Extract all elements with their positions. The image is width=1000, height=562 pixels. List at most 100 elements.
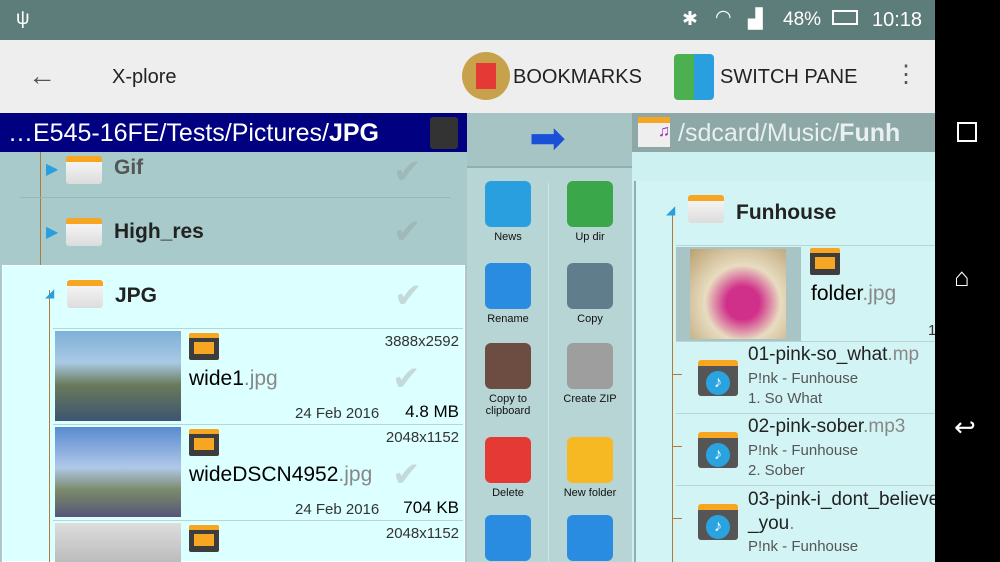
right-pane: ♫ /sdcard/Music/Funh ◢ Funhouse folder.j… [632,113,935,562]
file-ext: .mp3 [863,416,906,437]
file-name: wideDSCN4952 [189,463,339,486]
thumbnail [55,523,181,562]
bookmark-icon[interactable] [462,52,510,100]
folder-name: Gif [114,156,144,179]
expand-arrow-icon[interactable]: ▶ [46,159,58,179]
file-size: 704 KB [403,498,459,517]
right-path-bar[interactable]: ♫ /sdcard/Music/Funh [632,113,935,152]
tool-button[interactable] [550,515,630,562]
tool-icon [567,437,613,483]
file-row[interactable]: 3888x2592 wide1.jpg ✔ 24 Feb 2016 4.8 MB [53,328,463,423]
check-icon[interactable]: ✔ [394,276,423,316]
tool-label: Create ZIP [563,393,617,405]
expand-arrow-icon[interactable]: ▶ [46,222,58,242]
tool-button[interactable]: Rename [468,263,548,325]
image-file-icon [189,525,219,552]
tool-icon [485,437,531,483]
sd-card-icon [430,117,458,149]
tool-label: News [494,231,522,243]
copy-direction-arrow[interactable]: ➡ [467,113,632,168]
path-current: JPG [328,119,379,147]
tool-label: Copy to clipboard [485,393,531,417]
back-icon[interactable]: ↩ [954,412,976,443]
file-date: 24 Feb 2016 [295,501,380,518]
folder-icon [66,156,102,184]
tool-button[interactable]: Copy [550,263,630,325]
file-ext: .mp [887,344,920,365]
more-options-icon[interactable]: ⋮ [894,60,918,89]
collapse-arrow-icon[interactable]: ◢ [666,203,675,217]
album-art [676,247,801,341]
selected-folder-content: ◢ JPG ✔ 3888x2592 wide1.jpg ✔ 24 Feb 201… [2,265,465,562]
file-name: 02-pink-sober [748,416,864,437]
path-prefix: /sdcard/Music/ [678,119,840,147]
folder-icon [67,280,103,308]
file-name: 03-pink-i_dont_believe_you [748,489,935,534]
check-icon[interactable]: ✔ [393,212,422,252]
tool-button[interactable] [468,515,548,562]
battery-level: 48% [783,9,822,30]
back-arrow-icon[interactable]: ← [28,60,56,92]
home-icon[interactable]: ⌂ [954,262,970,293]
recents-icon[interactable] [957,122,977,142]
collapse-arrow-icon[interactable]: ◢ [45,286,54,300]
music-file-icon [698,432,738,468]
file-date: 24 Feb 2016 [295,405,380,422]
tool-icon [485,343,531,389]
folder-icon [688,195,724,223]
tool-button[interactable]: Up dir [550,181,630,243]
bluetooth-icon: ✱ [682,9,698,30]
file-ext: .jpg [243,367,278,390]
left-path-bar[interactable]: …E545-16FE/Tests/Pictures/JPG [0,113,467,152]
tool-button[interactable]: New folder [550,437,630,499]
folder-icon [66,218,102,246]
switch-pane-button[interactable]: SWITCH PANE [720,66,857,89]
tool-icon [567,343,613,389]
tool-label: Rename [487,313,529,325]
selected-folder-content: ◢ Funhouse folder.jpg 1 01-pink-so_what.… [634,181,935,562]
navigation-bar: ⌂ ↩ [935,0,1000,562]
tool-icon [567,181,613,227]
check-icon[interactable]: ✔ [393,152,422,192]
path-prefix: …E545-16FE/Tests/Pictures/ [8,119,329,147]
bookmarks-button[interactable]: BOOKMARKS [513,66,642,89]
folder-name[interactable]: Funhouse [736,201,836,225]
music-file-icon [698,360,738,396]
file-row[interactable]: folder.jpg 1 [676,245,935,341]
tool-button[interactable]: Create ZIP [550,343,630,405]
file-row[interactable]: 2048x1152 wideDSCN4952.jpg ✔ 24 Feb 2016… [53,424,463,519]
tool-button[interactable]: News [468,181,548,243]
path-current: Funh [839,119,901,147]
file-name: wide1 [189,367,244,390]
toolbar: ← X-plore BOOKMARKS SWITCH PANE ⋮ [0,40,935,113]
file-size: 1 [928,322,935,339]
signal-icon: ▟ [748,9,763,30]
artist-album: P!nk - Funhouse [748,442,859,459]
artist-album: P!nk - Funhouse [748,370,859,387]
image-file-icon [189,429,219,456]
usb-icon: ψ [16,8,30,29]
check-icon[interactable]: ✔ [392,455,421,495]
tool-icon [567,515,613,561]
tool-icon [485,515,531,561]
file-row[interactable]: 2048x1152 [53,520,463,562]
file-row[interactable]: 03-pink-i_dont_believe_you. P!nk - Funho… [672,485,935,557]
image-file-icon [810,248,840,275]
wifi-icon: ◠ [715,7,732,28]
track-title: 2. Sober [748,462,805,479]
resolution: 2048x1152 [385,429,459,446]
tool-button[interactable]: Delete [468,437,548,499]
switch-pane-icon[interactable] [674,54,714,100]
tool-icon [485,263,531,309]
file-row[interactable]: 01-pink-so_what.mp P!nk - Funhouse 1. So… [672,341,935,413]
check-icon[interactable]: ✔ [392,359,421,399]
file-name: 01-pink-so_what [748,344,888,365]
app-title: X-plore [112,66,177,88]
folder-name[interactable]: JPG [115,284,157,308]
file-ext: .jpg [862,282,897,305]
tool-panel: ➡ News Up dir Rename Copy Copy to clipboard C… [467,113,632,562]
file-row[interactable]: 02-pink-sober.mp3 P!nk - Funhouse 2. Sob… [672,413,935,485]
tool-button[interactable]: Copy to clipboard [468,343,548,417]
folder-row[interactable]: ▶ High_res ✔ [0,208,467,263]
status-bar: ψ ✱ ◠ ▟ 48% 10:18 [0,0,935,40]
